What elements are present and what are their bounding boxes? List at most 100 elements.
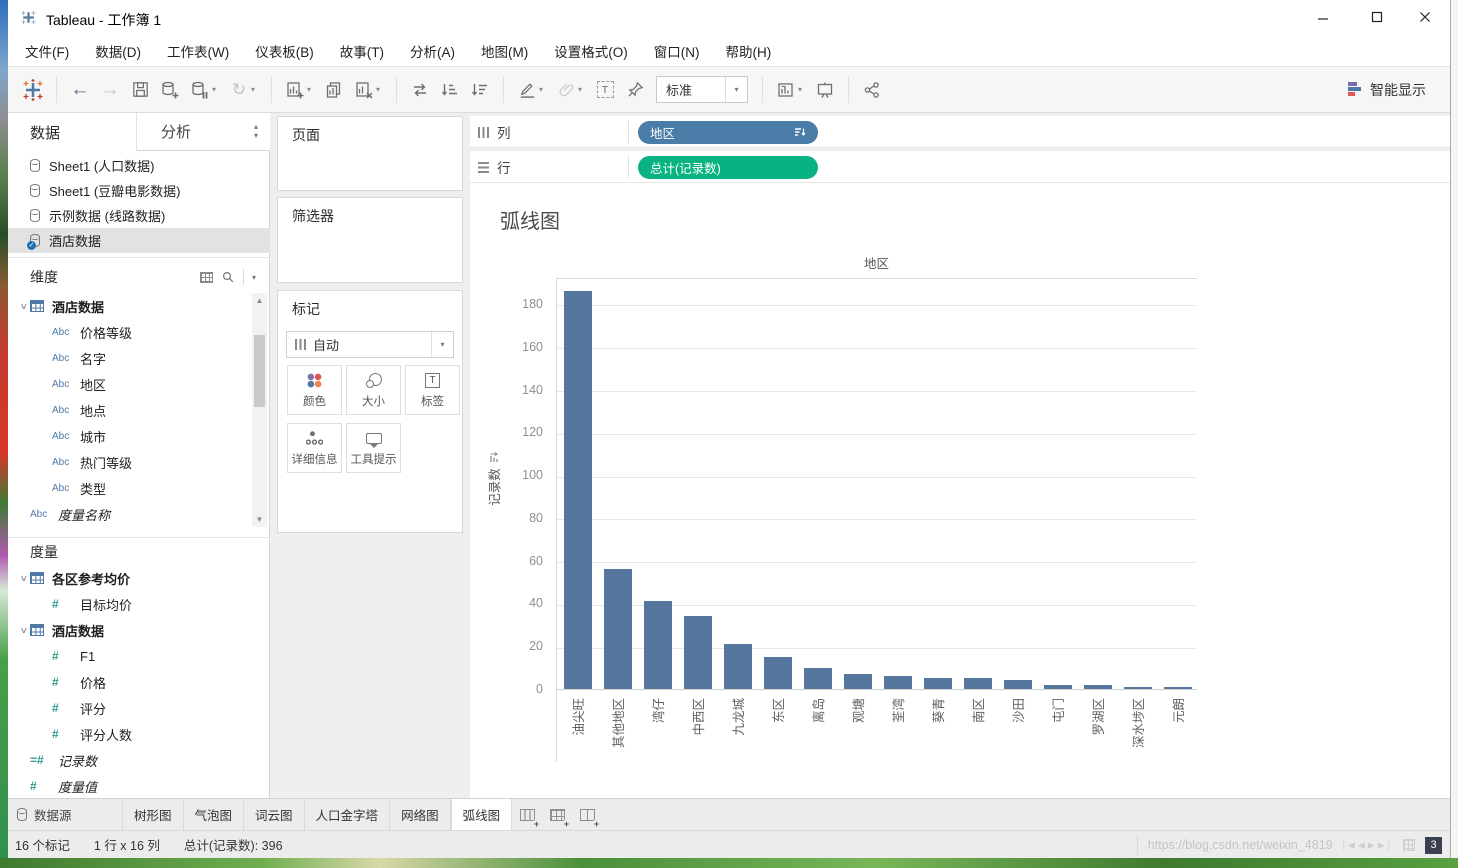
clear-sheet-button[interactable]: [349, 73, 379, 107]
sheet-tab-树形图[interactable]: 树形图: [123, 799, 184, 830]
menu-item-工作表(W)[interactable]: 工作表(W): [154, 36, 242, 66]
new-dashboard-tab-button[interactable]: +: [542, 799, 572, 830]
field-评分人数[interactable]: # 评分人数: [8, 721, 252, 747]
view-mode-dropdown[interactable]: 标准 ▾: [656, 76, 748, 103]
field-记录数[interactable]: =# 记录数: [8, 747, 252, 773]
rows-shelf[interactable]: 行 总计(记录数): [470, 151, 1450, 183]
field-目标均价[interactable]: # 目标均价: [8, 591, 252, 617]
field-F1[interactable]: # F1: [8, 643, 252, 669]
field-各区参考均价[interactable]: > 各区参考均价: [8, 565, 252, 591]
data-source-item[interactable]: ✓ 酒店数据: [8, 228, 270, 253]
bar-深水埗区[interactable]: [1124, 686, 1152, 689]
sort-ascending-button[interactable]: [435, 73, 465, 107]
close-button[interactable]: [1402, 0, 1448, 34]
field-评分[interactable]: # 评分: [8, 695, 252, 721]
menu-item-故事(T)[interactable]: 故事(T): [327, 36, 397, 66]
bar-荃湾[interactable]: [884, 676, 912, 689]
chevron-down-icon[interactable]: ▾: [376, 85, 386, 94]
sheet-tab-网络图[interactable]: 网络图: [390, 799, 451, 830]
scrollbar[interactable]: ▲ ▼: [252, 293, 267, 527]
minimize-button[interactable]: [1300, 0, 1346, 34]
view-data-icon[interactable]: [199, 271, 213, 283]
field-热门等级[interactable]: Abc 热门等级: [8, 449, 252, 475]
data-source-tab[interactable]: 数据源: [8, 799, 123, 830]
chevron-down-icon[interactable]: ▾: [798, 85, 808, 94]
data-source-item[interactable]: Sheet1 (豆瓣电影数据): [8, 178, 270, 203]
marks-tooltip-button[interactable]: 工具提示: [346, 423, 401, 473]
text-label-button[interactable]: T: [590, 73, 620, 107]
sheet-tab-人口金字塔[interactable]: 人口金字塔: [305, 799, 391, 830]
field-度量名称[interactable]: Abc 度量名称: [8, 501, 252, 527]
show-me-button[interactable]: 智能显示: [1348, 80, 1426, 100]
field-地区[interactable]: Abc 地区: [8, 371, 252, 397]
save-button[interactable]: [125, 73, 155, 107]
sort-descending-button[interactable]: [465, 73, 495, 107]
pill-总计(记录数)[interactable]: 总计(记录数): [638, 155, 818, 179]
field-名字[interactable]: Abc 名字: [8, 345, 252, 371]
bar-葵青[interactable]: [924, 678, 952, 689]
bar-南区[interactable]: [964, 678, 992, 689]
scrollbar-thumb[interactable]: [254, 335, 265, 407]
new-data-source-button[interactable]: [155, 73, 185, 107]
new-worksheet-tab-button[interactable]: +: [512, 799, 542, 830]
marks-size-button[interactable]: 大小: [346, 365, 401, 415]
highlight-button[interactable]: [512, 73, 542, 107]
bar-东区[interactable]: [764, 656, 792, 689]
chevron-down-icon[interactable]: >: [18, 299, 29, 313]
new-story-tab-button[interactable]: +: [572, 799, 602, 830]
bar-元朗[interactable]: [1164, 686, 1192, 689]
bar-九龙城[interactable]: [724, 644, 752, 689]
pin-button[interactable]: [620, 73, 650, 107]
chevron-down-icon[interactable]: ▾: [212, 85, 222, 94]
marks-label-button[interactable]: T 标签: [405, 365, 460, 415]
show-mark-labels-button[interactable]: [771, 73, 801, 107]
undo-button[interactable]: ←: [65, 73, 95, 107]
search-icon[interactable]: [221, 270, 235, 284]
bar-屯门[interactable]: [1044, 684, 1072, 689]
y-axis-title[interactable]: 记录数: [484, 404, 502, 554]
field-酒店数据[interactable]: > 酒店数据: [8, 617, 252, 643]
scroll-up-icon[interactable]: ▲: [252, 293, 267, 308]
chevron-down-icon[interactable]: ▾: [431, 332, 453, 357]
share-button[interactable]: [857, 73, 887, 107]
bar-罗湖区[interactable]: [1084, 684, 1112, 689]
sheet-tab-气泡图[interactable]: 气泡图: [184, 799, 245, 830]
menu-item-窗口(N)[interactable]: 窗口(N): [641, 36, 713, 66]
chevron-down-icon[interactable]: >: [18, 571, 29, 585]
tab-analytics[interactable]: 分析 ▴ ▾: [136, 113, 270, 151]
scroll-down-icon[interactable]: ▼: [252, 512, 267, 527]
menu-item-数据(D)[interactable]: 数据(D): [82, 36, 154, 66]
filters-card[interactable]: 筛选器: [277, 197, 463, 283]
menu-item-地图(M)[interactable]: 地图(M): [468, 36, 541, 66]
field-价格[interactable]: # 价格: [8, 669, 252, 695]
tab-data[interactable]: 数据: [8, 113, 136, 151]
duplicate-sheet-button[interactable]: [319, 73, 349, 107]
bar-其他地区[interactable]: [604, 569, 632, 689]
bar-离岛[interactable]: [804, 667, 832, 689]
menu-item-仪表板(B)[interactable]: 仪表板(B): [242, 36, 327, 66]
pause-auto-updates-button[interactable]: [185, 73, 215, 107]
mark-type-dropdown[interactable]: 自动 ▾: [286, 331, 454, 358]
data-source-item[interactable]: Sheet1 (人口数据): [8, 153, 270, 178]
chevron-down-icon[interactable]: ▾: [725, 77, 747, 102]
columns-shelf[interactable]: 列 地区: [470, 116, 1450, 148]
chart-plot[interactable]: [556, 278, 1197, 690]
data-source-item[interactable]: 示例数据 (线路数据): [8, 203, 270, 228]
bar-油尖旺[interactable]: [564, 291, 592, 689]
bar-沙田[interactable]: [1004, 680, 1032, 689]
new-worksheet-button[interactable]: [280, 73, 310, 107]
swap-rows-columns-button[interactable]: [405, 73, 435, 107]
marks-detail-button[interactable]: 详细信息: [287, 423, 342, 473]
bar-湾仔[interactable]: [644, 601, 672, 689]
bar-中西区[interactable]: [684, 616, 712, 689]
chevron-down-icon[interactable]: ▾: [307, 85, 317, 94]
menu-item-文件(F)[interactable]: 文件(F): [12, 36, 82, 66]
chevron-down-icon[interactable]: ▾: [252, 273, 256, 282]
field-类型[interactable]: Abc 类型: [8, 475, 252, 501]
field-酒店数据[interactable]: > 酒店数据: [8, 293, 252, 319]
sheet-tab-弧线图[interactable]: 弧线图: [450, 799, 513, 830]
pages-card[interactable]: 页面: [277, 116, 463, 191]
field-价格等级[interactable]: Abc 价格等级: [8, 319, 252, 345]
chevron-down-icon[interactable]: >: [18, 623, 29, 637]
menu-item-分析(A)[interactable]: 分析(A): [397, 36, 468, 66]
